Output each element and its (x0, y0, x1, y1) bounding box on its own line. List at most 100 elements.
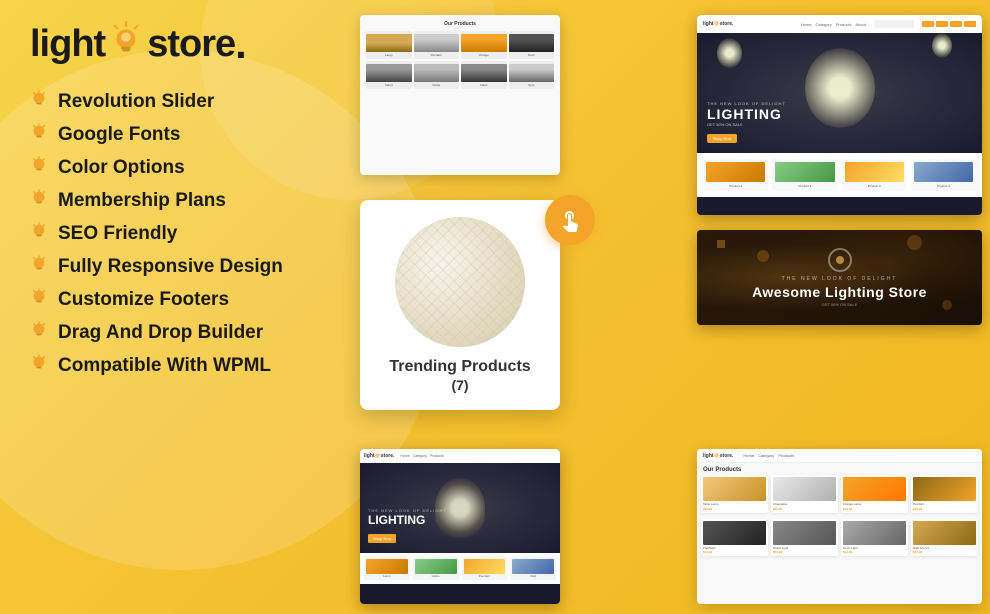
products-title: Our Products (366, 21, 554, 27)
hero-action-btn-3 (950, 21, 962, 27)
trending-count: (7) (451, 377, 468, 393)
right-panel: Our Products Lamp Pendant Orange (350, 0, 990, 614)
feature-item-wpml: Compatible With WPML (30, 354, 340, 377)
bokeh-3 (942, 300, 952, 310)
bottom-grid-logo: light🔆store. (703, 453, 733, 459)
product-item-8: Spot (509, 61, 555, 89)
hero-prod-img-2 (775, 162, 834, 182)
product-img-4 (509, 34, 555, 52)
feature-item-seo-friendly: SEO Friendly (30, 222, 340, 245)
hero-image-area: THE NEW LOOK OF DELIGHT LIGHTING GET 50%… (697, 33, 982, 153)
logo-dot: . (235, 20, 246, 68)
feature-item-membership-plans: Membership Plans (30, 189, 340, 212)
product-img-3 (461, 34, 507, 52)
dark-store-tag: THE NEW LOOK OF DELIGHT (782, 276, 898, 282)
product-item-5: Stand (366, 61, 412, 89)
bottom-product-3: Orange Lamp $19.99 (841, 475, 908, 513)
screenshot-dark-store: THE NEW LOOK OF DELIGHT Awesome Lighting… (697, 230, 982, 325)
feature-label-3: Color Options (58, 157, 185, 179)
dark-store-circle (828, 248, 852, 272)
feature-label-5: SEO Friendly (58, 223, 177, 245)
small-hero-prod-4: Wall (510, 557, 556, 580)
hero-prod-img-4 (914, 162, 973, 182)
product-item-2: Pendant (414, 31, 460, 59)
hero-title: LIGHTING (707, 106, 786, 122)
logo-area: light sto (30, 20, 340, 68)
products-grid-row1: Lamp Pendant Orange Torch (366, 31, 554, 59)
hero-search-bar (874, 20, 914, 28)
hero-product-4: Product 4 (911, 159, 976, 191)
bokeh-2 (757, 250, 769, 262)
product-img-5 (366, 64, 412, 82)
product-item-1: Lamp (366, 31, 412, 59)
small-hero-prod-3: Pendant (462, 557, 508, 580)
logo-text-store: store (147, 23, 235, 66)
hero-bulb-small-1 (717, 38, 742, 68)
bottom-grid-products-row1: Table Lamp $29.99 Chandelier $49.99 Oran… (697, 475, 982, 517)
feature-bulb-icon-4 (30, 189, 48, 212)
dark-store-title: Awesome Lighting Store (752, 284, 927, 300)
hero-text-overlay: THE NEW LOOK OF DELIGHT LIGHTING GET 50%… (707, 101, 786, 145)
hero-bulb-main (805, 48, 875, 128)
hero-nav-category: Category (816, 22, 832, 27)
small-nav-home: Home (400, 454, 409, 458)
bottom-nav-category: Category (758, 453, 774, 458)
bottom-grid-title: Our Products (697, 463, 982, 475)
screenshot-bottom-grid: light🔆store. Home Category Products Our … (697, 449, 982, 604)
dark-store-subtitle: GET 50% ON SALE (822, 302, 858, 307)
small-hero-cta[interactable]: Shop Now (368, 534, 396, 543)
small-hero-prod-1: Lamp (364, 557, 410, 580)
hero-action-btn-1 (922, 21, 934, 27)
hero-nav-home: Home (801, 22, 812, 27)
bottom-product-2: Chandelier $49.99 (771, 475, 838, 513)
small-hero-products: Lamp Globe Pendant Wall (360, 553, 560, 584)
feature-item-google-fonts: Google Fonts (30, 123, 340, 146)
product-item-7: Flash (461, 61, 507, 89)
bottom-product-6: Street Light $59.99 (771, 519, 838, 557)
features-list: Revolution Slider Google Fonts (30, 90, 340, 377)
small-hero-prod-img-3 (464, 559, 506, 574)
hero-cta-button[interactable]: Shop Now (707, 134, 737, 143)
hero-action-buttons (922, 21, 976, 27)
feature-bulb-icon-5 (30, 222, 48, 245)
bottom-prod-img-5 (703, 521, 766, 545)
bottom-prod-img-3 (843, 477, 906, 501)
feature-bulb-icon-2 (30, 123, 48, 146)
hero-action-btn-2 (936, 21, 948, 27)
small-hero-header: light🔆store. Home Category Products (360, 449, 560, 463)
hero-subtitle: GET 50% ON SALE (707, 122, 786, 127)
small-hero-logo: light🔆store. (364, 453, 394, 459)
feature-bulb-icon-8 (30, 321, 48, 344)
hero-nav-products: Products (836, 22, 852, 27)
feature-label-1: Revolution Slider (58, 91, 214, 113)
product-item-4: Torch (509, 31, 555, 59)
screenshot-products-grid: Our Products Lamp Pendant Orange (360, 15, 560, 175)
hero-prod-img-3 (845, 162, 904, 182)
hero-header: light🔆store. Home Category Products Abou… (697, 15, 982, 33)
feature-label-9: Compatible With WPML (58, 355, 271, 377)
hero-nav: Home Category Products About (801, 22, 866, 27)
hero-logo: light🔆store. (703, 21, 733, 27)
logo-text-light: light (30, 23, 105, 66)
feature-bulb-icon-1 (30, 90, 48, 113)
feature-label-8: Drag And Drop Builder (58, 322, 263, 344)
feature-bulb-icon-9 (30, 354, 48, 377)
main-container: light sto (0, 0, 990, 614)
bottom-prod-img-4 (913, 477, 976, 501)
feature-item-customize-footers: Customize Footers (30, 288, 340, 311)
bottom-product-8: Wall Sconce $34.99 (911, 519, 978, 557)
hero-product-3: Product 3 (842, 159, 907, 191)
feature-bulb-icon-6 (30, 255, 48, 278)
bottom-product-1: Table Lamp $29.99 (701, 475, 768, 513)
hero-action-btn-4 (964, 21, 976, 27)
touch-cursor-icon (545, 195, 595, 245)
bottom-product-4: Pendant $39.99 (911, 475, 978, 513)
feature-label-4: Membership Plans (58, 190, 226, 212)
bokeh-4 (907, 235, 922, 250)
product-item-6: Globe (414, 61, 460, 89)
trending-product-image (395, 217, 525, 347)
small-hero-text: THE NEW LOOK OF DELIGHT LIGHTING Shop No… (368, 508, 447, 545)
bottom-product-7: Torch Light $24.99 (841, 519, 908, 557)
bottom-grid-header: light🔆store. Home Category Products (697, 449, 982, 463)
bokeh-1 (717, 240, 725, 248)
